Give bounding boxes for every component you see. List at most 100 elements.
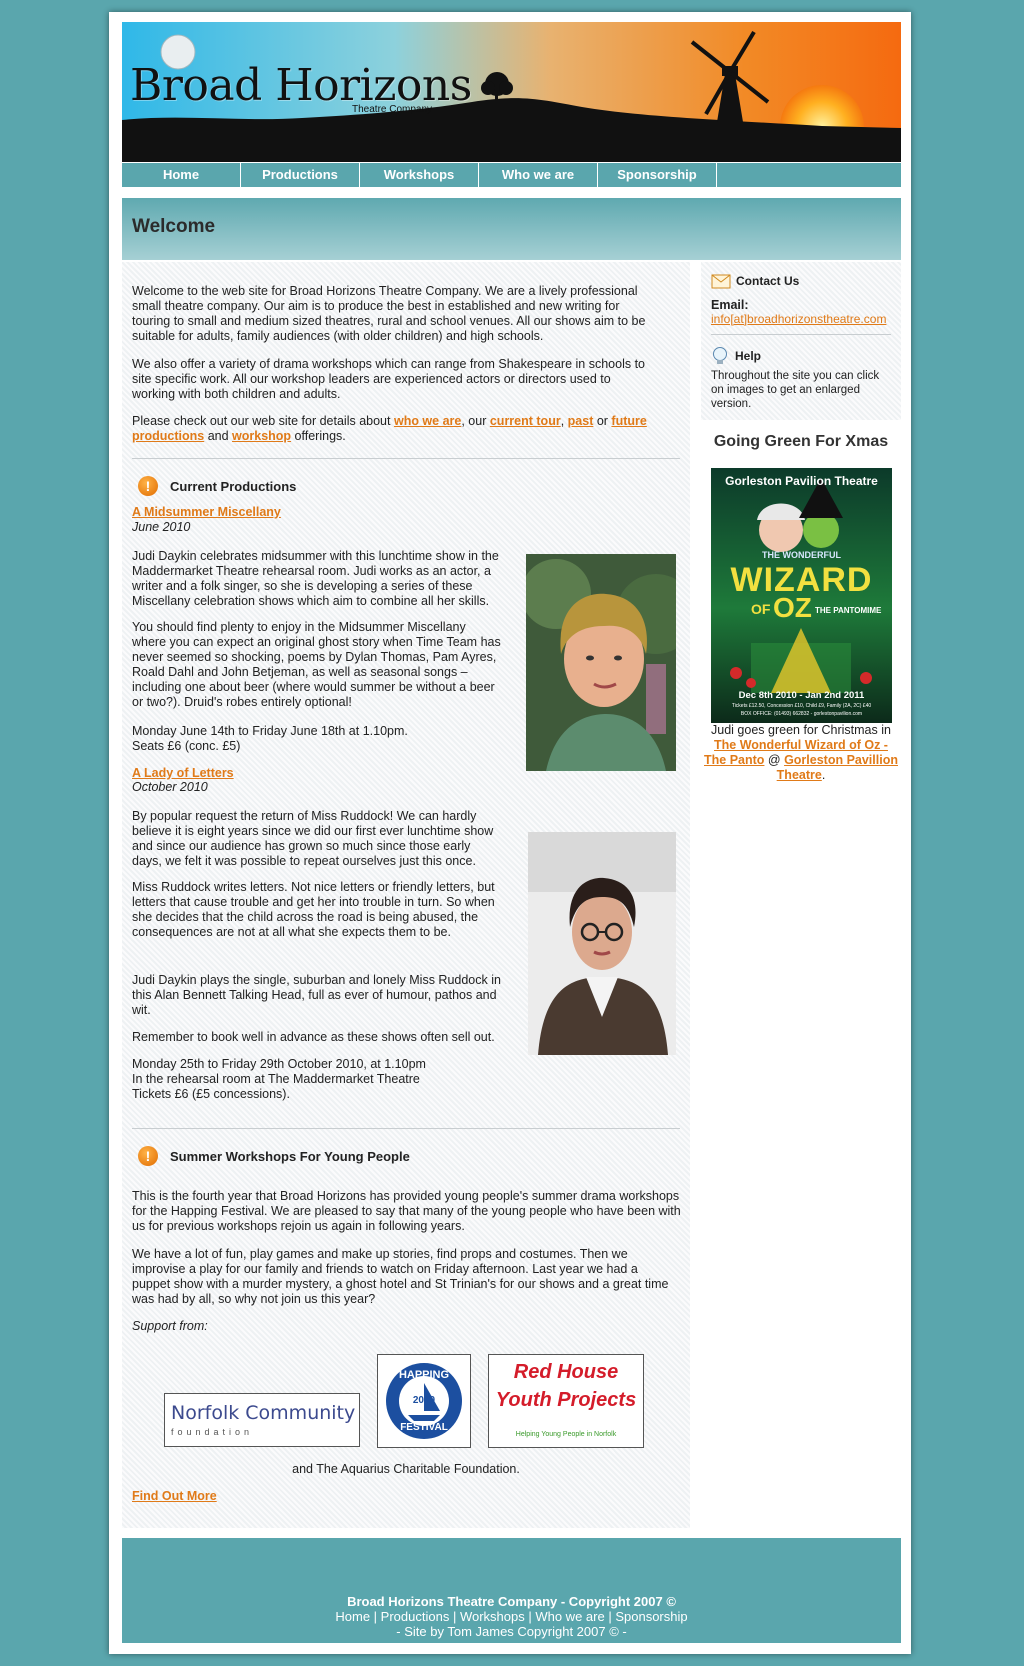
- intro-text: ,: [560, 414, 568, 428]
- nav-home[interactable]: Home: [122, 163, 241, 187]
- logo-text: Youth Projects: [495, 1389, 637, 1411]
- link-who-we-are[interactable]: who we are: [394, 414, 461, 428]
- divider: [132, 458, 680, 459]
- intro-text: or: [593, 414, 612, 428]
- logo-red-house-youth-projects[interactable]: Red House Youth Projects Helping Young P…: [488, 1354, 644, 1448]
- help-title: Help: [735, 349, 762, 363]
- show-paragraph: You should find plenty to enjoy in the M…: [132, 620, 501, 709]
- link-past[interactable]: past: [568, 414, 594, 428]
- poster-text: Dec 8th 2010 - Jan 2nd 2011: [738, 690, 865, 701]
- site-footer: Broad Horizons Theatre Company - Copyrig…: [122, 1538, 901, 1643]
- photo-lady-of-letters[interactable]: [528, 832, 676, 1055]
- logo-text: Helping Young People in Norfolk: [515, 1431, 617, 1438]
- contact-heading: Contact Us: [711, 272, 799, 290]
- contact-mail-icon: [711, 274, 731, 289]
- wizard-of-oz-poster[interactable]: Gorleston Pavilion Theatre THE WONDERFUL…: [711, 468, 892, 723]
- poster-text: BOX OFFICE: (01493) 662832 - gorlestonpa…: [740, 711, 863, 717]
- show-paragraph: Judi Daykin celebrates midsummer with th…: [132, 549, 499, 608]
- site-banner[interactable]: Broad Horizons Theatre Company: [122, 22, 901, 162]
- show-date: June 2010: [132, 520, 191, 534]
- intro-text: , our: [461, 414, 490, 428]
- intro-text: Please check out our web site for detail…: [132, 414, 394, 428]
- intro-text: and: [204, 429, 233, 443]
- caption-text: Judi goes green for Christmas in: [711, 723, 891, 737]
- nav-productions[interactable]: Productions: [241, 163, 360, 187]
- show-paragraph: Miss Ruddock writes letters. Not nice le…: [132, 880, 495, 939]
- divider: [132, 1128, 680, 1129]
- show-date: October 2010: [132, 780, 208, 794]
- footer-link-productions[interactable]: Productions: [381, 1609, 450, 1624]
- support-label: Support from:: [132, 1319, 208, 1333]
- show-paragraph: Judi Daykin plays the single, suburban a…: [132, 973, 501, 1017]
- main-nav: Home Productions Workshops Who we are Sp…: [122, 163, 901, 187]
- nav-who-we-are[interactable]: Who we are: [479, 163, 598, 187]
- alert-icon: !: [138, 476, 158, 496]
- logo-text: 2010: [412, 1395, 436, 1406]
- find-out-more-link[interactable]: Find Out More: [132, 1489, 217, 1504]
- workshop-paragraph-2: We have a lot of fun, play games and mak…: [132, 1247, 669, 1306]
- poster-text: OZ: [773, 592, 812, 623]
- show-dates: Monday June 14th to Friday June 18th at …: [132, 724, 408, 738]
- sidebar-info-box: Contact Us Email: info[at]broadhorizonst…: [701, 262, 901, 420]
- contact-title: Contact Us: [736, 274, 800, 288]
- welcome-header: Welcome: [122, 198, 901, 260]
- going-green-heading: Going Green For Xmas: [713, 433, 889, 450]
- intro-text: offerings.: [291, 429, 346, 443]
- main-content: Welcome to the web site for Broad Horizo…: [122, 262, 690, 1528]
- page-title: Welcome: [132, 216, 216, 237]
- workshop-paragraph-1: This is the fourth year that Broad Horiz…: [132, 1189, 681, 1233]
- footer-link-home[interactable]: Home: [335, 1609, 370, 1624]
- nav-workshops[interactable]: Workshops: [360, 163, 479, 187]
- logo-text: FESTIVAL: [400, 1422, 448, 1433]
- poster-caption: Judi goes green for Christmas in The Won…: [704, 723, 898, 783]
- footer-separator: |: [449, 1609, 460, 1624]
- show-paragraph: By popular request the return of Miss Ru…: [132, 809, 494, 868]
- logo-happing-festival[interactable]: HAPPING 2010 FESTIVAL: [377, 1354, 471, 1448]
- footer-separator: |: [604, 1609, 616, 1624]
- section-title: Summer Workshops For Young People: [170, 1148, 410, 1164]
- poster-text: OF: [751, 601, 771, 617]
- link-current-tour[interactable]: current tour: [490, 414, 561, 428]
- alert-icon: !: [138, 1146, 158, 1166]
- intro-paragraph-2: We also offer a variety of drama worksho…: [132, 357, 645, 401]
- poster-text: Tickets £12.50, Concession £10, Child £9…: [731, 703, 872, 709]
- footer-nav: Home | Productions | Workshops | Who we …: [122, 1609, 901, 1624]
- footer-copyright: Broad Horizons Theatre Company - Copyrig…: [347, 1594, 676, 1609]
- show-prices: Seats £6 (conc. £5): [132, 739, 241, 753]
- footer-link-who-we-are[interactable]: Who we are: [535, 1609, 604, 1624]
- logo-text: Red House: [513, 1361, 619, 1383]
- logo-norfolk-community-foundation[interactable]: Norfolk Community foundation: [164, 1393, 360, 1447]
- help-text: Throughout the site you can click on ima…: [711, 370, 880, 410]
- site-subtitle: Theatre Company: [352, 104, 433, 115]
- caption-text: @: [764, 753, 785, 767]
- current-productions-heading: ! Current Productions: [138, 476, 296, 496]
- email-label: Email:: [711, 298, 749, 312]
- show-prices: Tickets £6 (£5 concessions).: [132, 1087, 290, 1101]
- help-heading: Help: [711, 346, 761, 366]
- footer-link-workshops[interactable]: Workshops: [460, 1609, 525, 1624]
- logo-text: Norfolk Community: [171, 1402, 356, 1424]
- divider: [711, 334, 891, 335]
- poster-text: Gorleston Pavilion Theatre: [725, 474, 878, 488]
- footer-separator: |: [524, 1609, 536, 1624]
- email-link[interactable]: info[at]broadhorizonstheatre.com: [711, 312, 886, 327]
- workshops-heading: ! Summer Workshops For Young People: [138, 1146, 410, 1166]
- poster-text: THE PANTOMIME: [815, 606, 882, 615]
- footer-link-sponsorship[interactable]: Sponsorship: [615, 1609, 687, 1624]
- show-paragraph: Remember to book well in advance as thes…: [132, 1030, 495, 1044]
- lightbulb-icon: [713, 347, 727, 364]
- section-title: Current Productions: [170, 478, 297, 494]
- show-title-lady-of-letters[interactable]: A Lady of Letters: [132, 766, 234, 781]
- footer-separator: |: [370, 1609, 381, 1624]
- link-workshop[interactable]: workshop: [232, 429, 291, 443]
- logo-text: HAPPING: [398, 1369, 450, 1381]
- intro-paragraph-3: Please check out our web site for detail…: [132, 414, 657, 444]
- photo-midsummer[interactable]: [526, 554, 676, 771]
- poster-text: THE WONDERFUL: [762, 550, 841, 560]
- show-dates: Monday 25th to Friday 29th October 2010,…: [132, 1057, 426, 1071]
- nav-sponsorship[interactable]: Sponsorship: [598, 163, 717, 187]
- show-title-midsummer[interactable]: A Midsummer Miscellany: [132, 505, 281, 520]
- link-gorleston-pavillion[interactable]: Gorleston Pavillion Theatre: [777, 753, 898, 782]
- caption-text: .: [821, 768, 826, 782]
- footer-credit: - Site by Tom James Copyright 2007 © -: [396, 1624, 627, 1639]
